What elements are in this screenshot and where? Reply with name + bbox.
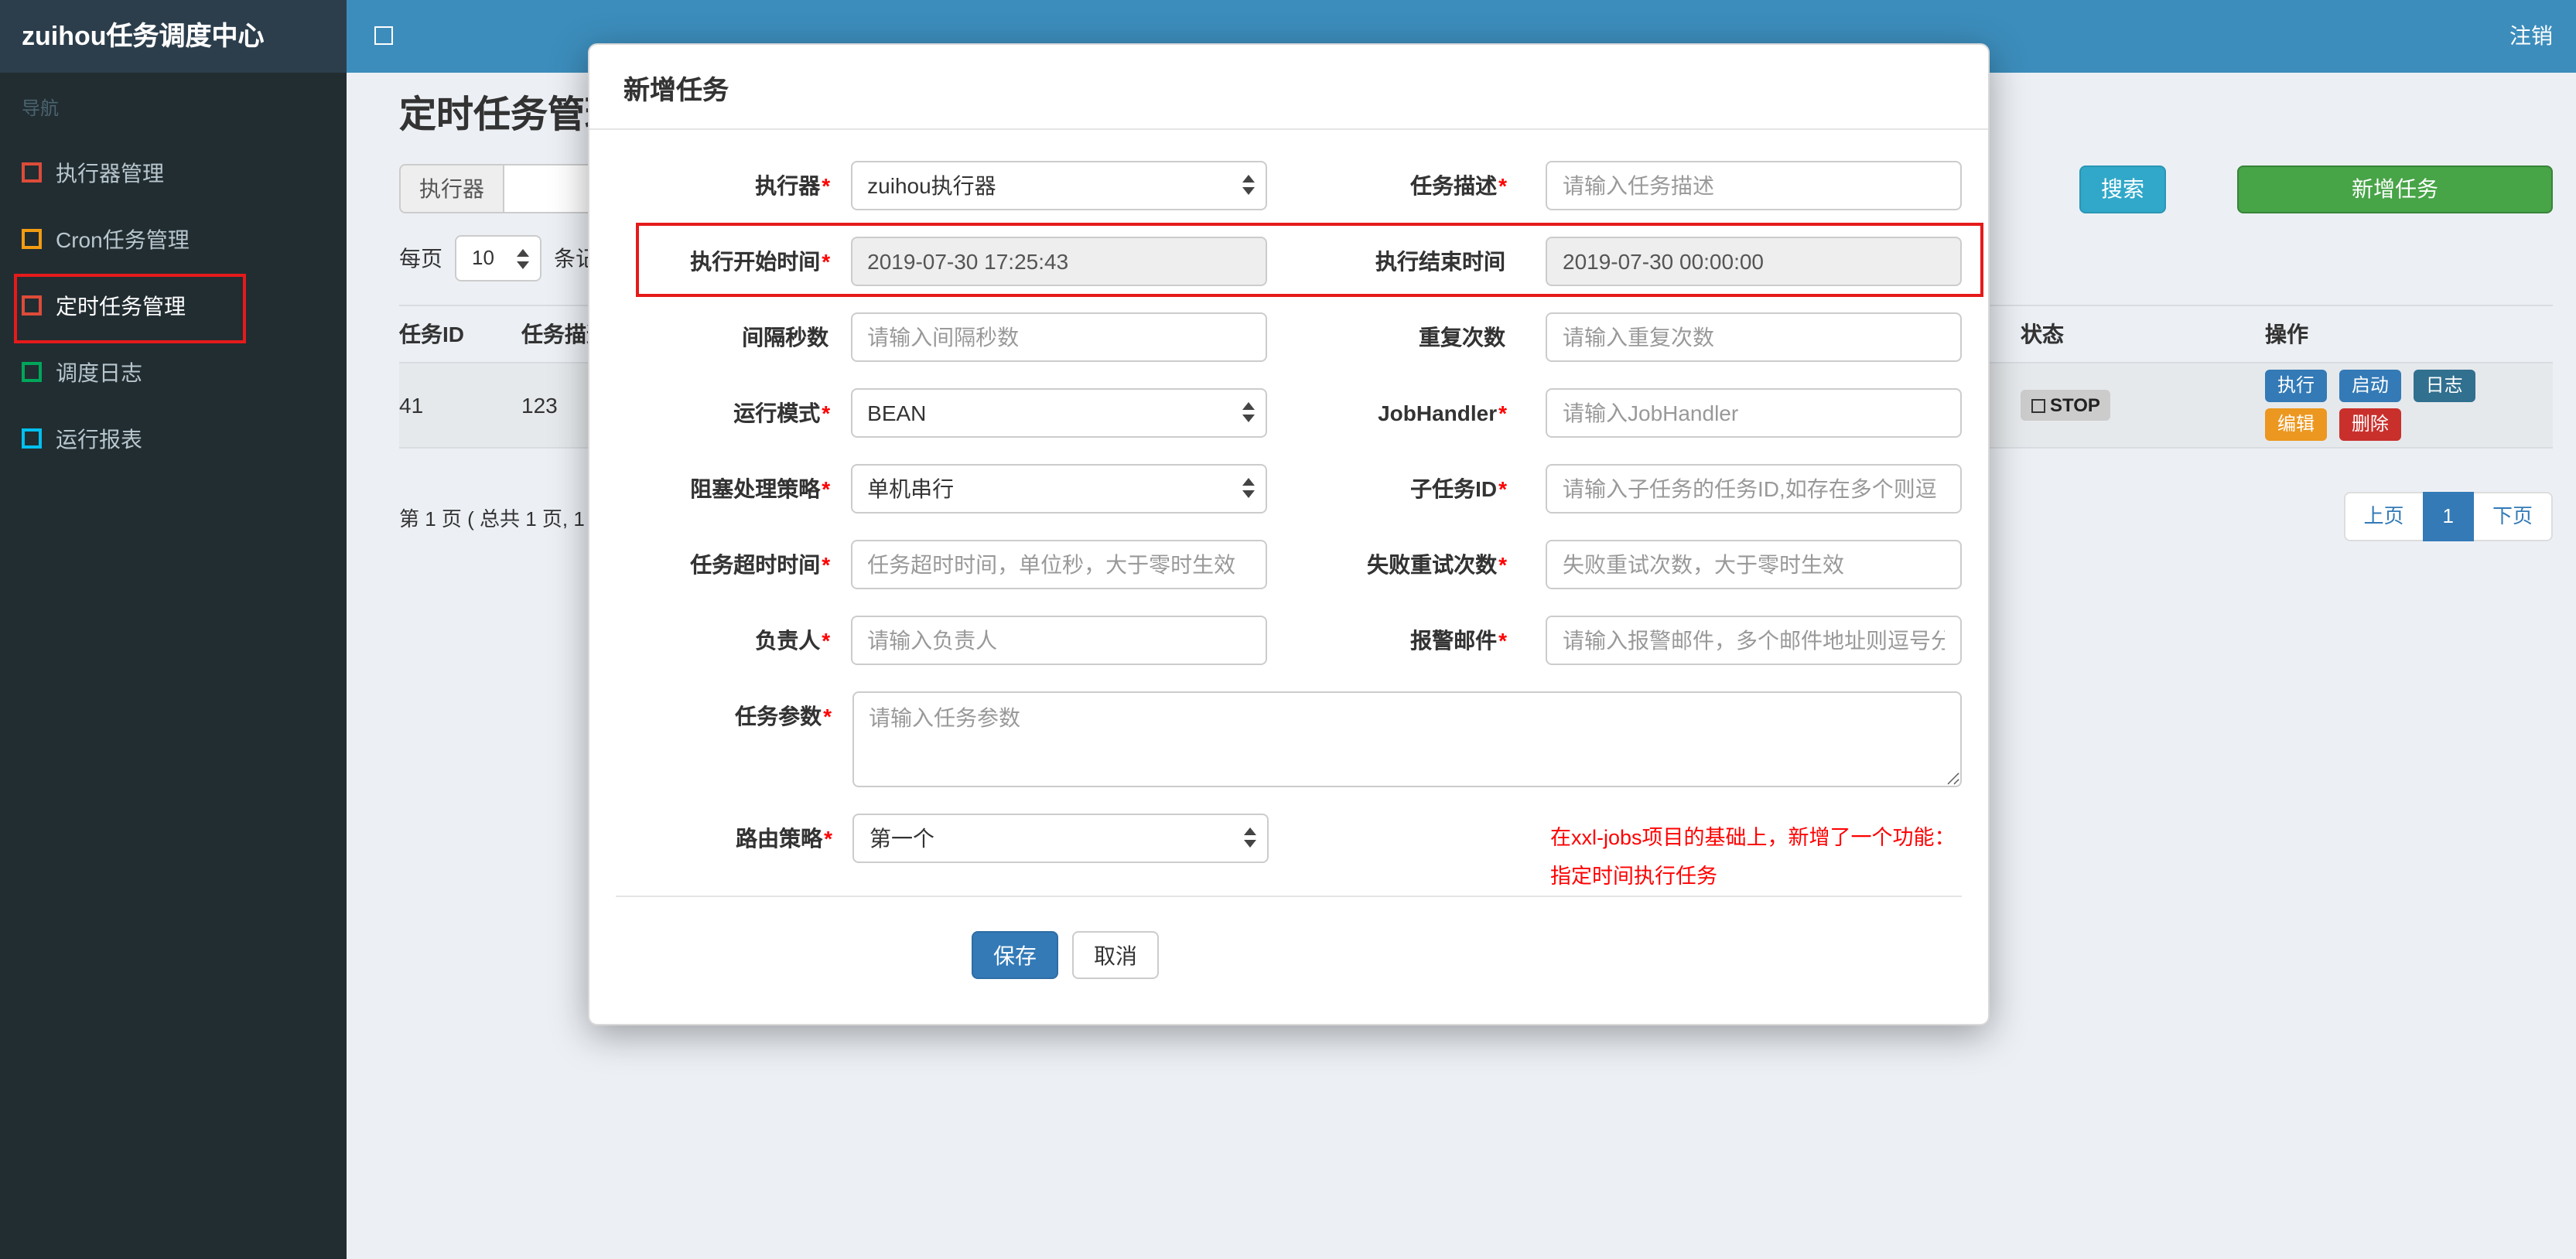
child-jobid-label: 子任务ID * [1410, 476, 1507, 501]
sidebar-item-run-report[interactable]: 运行报表 [0, 405, 347, 472]
repeat-count-input[interactable] [1546, 312, 1962, 362]
sidebar-item-label: 定时任务管理 [56, 293, 186, 318]
timeout-input[interactable] [850, 540, 1267, 589]
timeout-label: 任务超时时间 * [690, 552, 831, 577]
job-desc-label: 任务描述 * [1410, 173, 1507, 198]
end-time-input[interactable] [1546, 237, 1962, 286]
square-icon [22, 162, 42, 183]
alarm-email-input[interactable] [1546, 616, 1962, 665]
modal-title: 新增任务 [624, 76, 729, 105]
block-strategy-label: 阻塞处理策略 * [690, 476, 831, 501]
jobhandler-label: JobHandler * [1378, 401, 1507, 425]
end-time-label: 执行结束时间 [1375, 249, 1505, 274]
job-desc-input[interactable] [1546, 161, 1962, 210]
select-arrows-icon [1242, 402, 1254, 422]
column-header-actions: 操作 [2265, 305, 2553, 363]
owner-input[interactable] [850, 616, 1267, 665]
edit-button[interactable]: 编辑 [2265, 408, 2328, 441]
square-icon [2031, 398, 2045, 412]
alarm-email-label: 报警邮件 * [1410, 628, 1507, 653]
start-time-label: 执行开始时间 * [690, 249, 831, 274]
column-header-status: 状态 [2021, 305, 2265, 363]
route-strategy-select[interactable]: 第一个 [852, 814, 1269, 863]
cancel-button[interactable]: 取消 [1072, 931, 1159, 979]
app: zuihou任务调度中心 注销 导航 执行器管理 Cron任务管理 定时任务管理… [0, 0, 2576, 1259]
job-params-label: 任务参数 * [735, 704, 832, 728]
owner-label: 负责人 * [755, 628, 831, 653]
start-button[interactable]: 启动 [2339, 370, 2401, 402]
next-page-button[interactable]: 下页 [2473, 492, 2553, 541]
delete-button[interactable]: 删除 [2339, 408, 2401, 441]
page-size-value: 10 [472, 246, 494, 269]
pagination: 上页 1 下页 [2343, 492, 2553, 541]
sidebar-item-dispatch-log[interactable]: 调度日志 [0, 339, 347, 405]
sidebar-nav-header: 导航 [22, 97, 60, 119]
log-button[interactable]: 日志 [2413, 370, 2475, 402]
sidebar-item-executor-manage[interactable]: 执行器管理 [0, 139, 347, 206]
executor-label: 执行器 * [755, 173, 831, 198]
page-size-prefix-label: 每页 [399, 246, 442, 271]
select-arrows-icon [1242, 478, 1254, 498]
select-arrows-icon [1242, 175, 1254, 195]
add-task-modal: 新增任务 执行器* zuihou执行器 任务描述* 执行开始时间* 执行结束时间… [588, 43, 1990, 1025]
route-strategy-label: 路由策略 * [736, 826, 832, 851]
modal-header: 新增任务 [589, 45, 1988, 130]
select-arrows-icon [1244, 827, 1256, 848]
child-jobid-input[interactable] [1546, 464, 1962, 513]
square-icon [22, 428, 42, 449]
save-button[interactable]: 保存 [972, 931, 1058, 979]
sidebar-item-cron-task-manage[interactable]: Cron任务管理 [0, 206, 347, 272]
sidebar-item-timed-task-manage[interactable]: 定时任务管理 [0, 272, 347, 339]
pagination-summary: 第 1 页 ( 总共 1 页, 1 [399, 507, 585, 530]
status-badge: STOP [2021, 390, 2111, 421]
retry-count-label: 失败重试次数 * [1367, 552, 1507, 577]
brand-title: zuihou任务调度中心 [0, 0, 347, 73]
block-strategy-select[interactable]: 单机串行 [850, 464, 1267, 513]
run-button[interactable]: 执行 [2265, 370, 2328, 402]
select-arrows-icon [517, 249, 529, 269]
modal-actions: 保存 取消 [972, 931, 1962, 1024]
sidebar-item-label: Cron任务管理 [56, 227, 190, 251]
retry-count-input[interactable] [1546, 540, 1962, 589]
start-time-input[interactable] [850, 237, 1267, 286]
sidebar: 导航 执行器管理 Cron任务管理 定时任务管理 调度日志 运行报表 [0, 73, 347, 1259]
jobhandler-input[interactable] [1546, 388, 1962, 438]
square-icon [22, 362, 42, 382]
logout-link[interactable]: 注销 [2509, 0, 2553, 73]
cell-job-id: 41 [399, 363, 521, 449]
executor-filter-label: 执行器 [399, 164, 504, 213]
add-task-button[interactable]: 新增任务 [2237, 165, 2553, 213]
square-icon [22, 295, 42, 316]
prev-page-button[interactable]: 上页 [2343, 492, 2423, 541]
run-mode-label: 运行模式 * [733, 401, 831, 425]
interval-input[interactable] [850, 312, 1267, 362]
sidebar-toggle-icon[interactable] [374, 26, 393, 45]
sidebar-item-label: 执行器管理 [56, 160, 164, 185]
sidebar-item-label: 调度日志 [56, 360, 142, 384]
sidebar-item-label: 运行报表 [56, 426, 142, 451]
modal-divider [616, 896, 1962, 897]
square-icon [22, 229, 42, 249]
search-button[interactable]: 搜索 [2079, 165, 2166, 213]
column-header-job-id: 任务ID [399, 305, 521, 363]
modal-body: 执行器* zuihou执行器 任务描述* 执行开始时间* 执行结束时间 间隔秒数… [589, 130, 1988, 1024]
page-size-select[interactable]: 10 [455, 235, 542, 281]
current-page-button[interactable]: 1 [2422, 492, 2474, 541]
job-params-textarea[interactable] [852, 691, 1962, 787]
executor-select[interactable]: zuihou执行器 [850, 161, 1267, 210]
run-mode-select[interactable]: BEAN [850, 388, 1267, 438]
interval-label: 间隔秒数 [742, 325, 829, 350]
repeat-count-label: 重复次数 [1419, 325, 1505, 350]
feature-note: 在xxl-jobs项目的基础上，新增了一个功能： 指定时间执行任务 [1550, 826, 1956, 888]
